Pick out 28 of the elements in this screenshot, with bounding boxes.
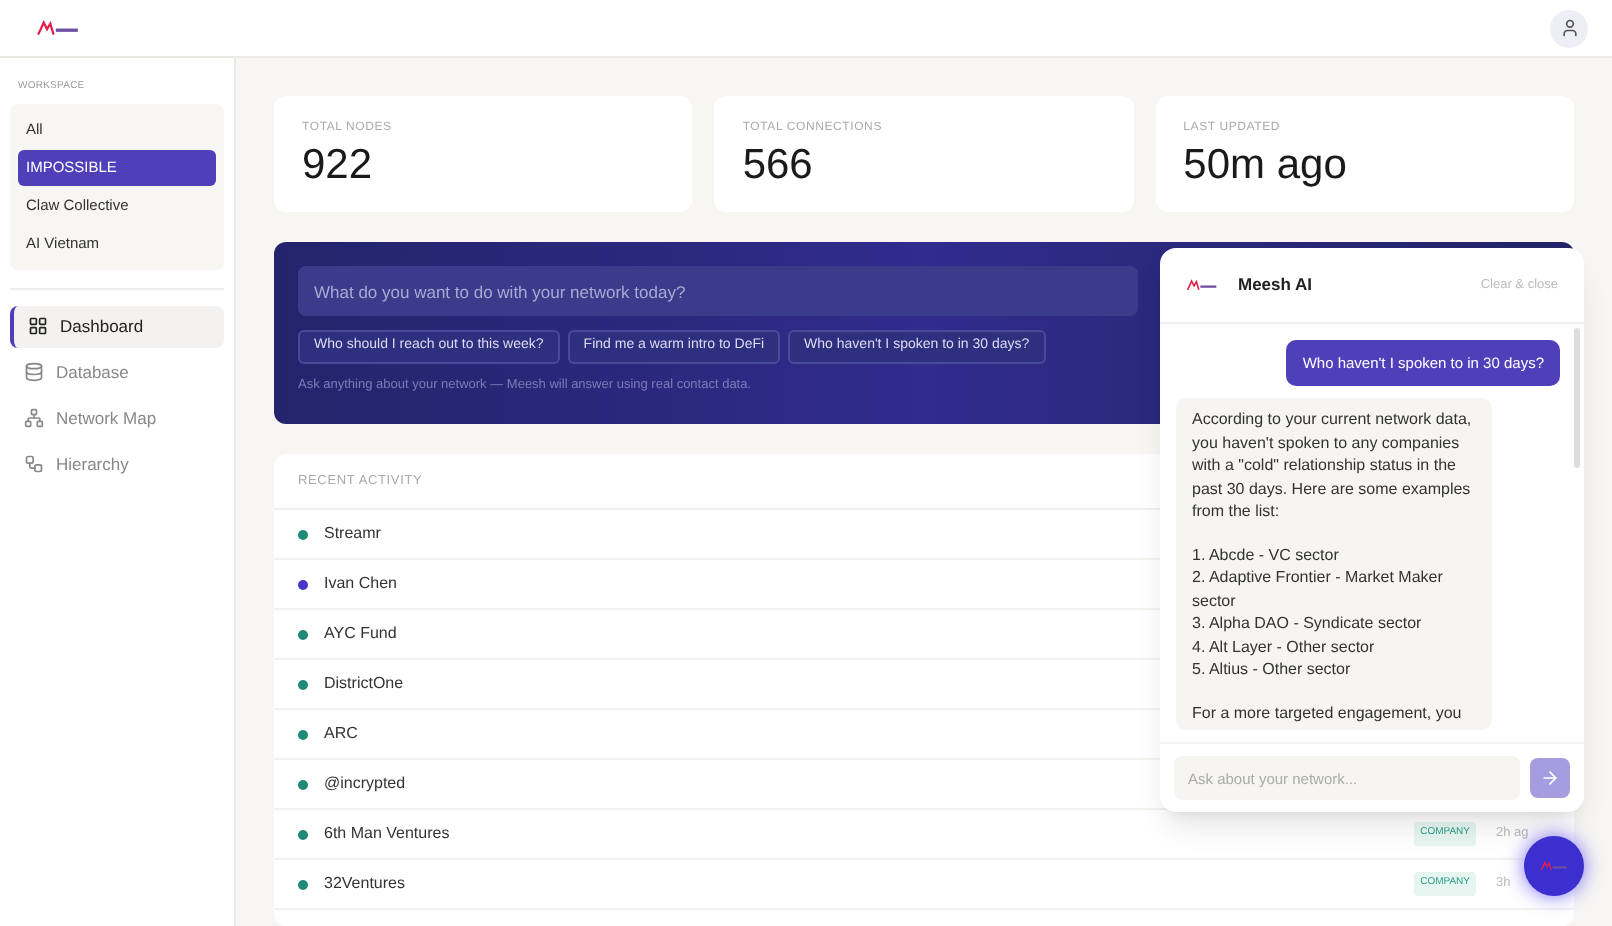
assistant-message: According to your current network data, you haven't spoken to any companies with a "cold" relationship status in the past 30 days. Here are some examples from the list: 1. Abcde - VC sector 2. Adaptive Frontier - Market Maker sector 3. Alpha DAO - Syndicate sector 4. Alt Layer - Other sector 5. Altius - Other sector For a more targeted engagement, you <box>1176 398 1492 731</box>
row-name[interactable]: 6th Man Ventures <box>324 822 450 846</box>
stat-value: 50m ago <box>1183 144 1349 186</box>
row-name[interactable]: 32Ventures <box>324 872 405 896</box>
nav-item[interactable]: Hierarchy <box>10 443 224 485</box>
logo-icon <box>1540 860 1568 872</box>
row-name[interactable]: DistrictOne <box>324 672 404 696</box>
row-name[interactable]: ARC <box>324 722 358 746</box>
arrow-icon <box>1540 768 1560 788</box>
profile-button[interactable] <box>1550 9 1588 47</box>
nav-item[interactable]: Network Map <box>10 397 224 439</box>
logo-icon <box>1186 278 1218 292</box>
network-icon <box>24 408 44 428</box>
grid-icon <box>28 316 48 336</box>
stat-value: 566 <box>742 144 815 186</box>
nav-item[interactable]: Database <box>10 351 224 393</box>
database-icon <box>24 362 44 382</box>
row-name[interactable]: Ivan Chen <box>324 572 397 596</box>
nav-item[interactable]: Dashboard <box>10 305 224 347</box>
logo-icon <box>36 18 80 38</box>
hierarchy-icon <box>24 454 44 474</box>
user-icon <box>1559 18 1579 38</box>
prompt-field[interactable]: What do you want to do with your network today? <box>298 266 1138 316</box>
stat-value: 922 <box>302 144 375 186</box>
chat-title: Meesh AI <box>1238 272 1315 298</box>
row-name[interactable]: Streamr <box>324 522 381 546</box>
row-name[interactable]: @incrypted <box>324 772 406 796</box>
row-name[interactable]: AYC Fund <box>324 622 397 646</box>
